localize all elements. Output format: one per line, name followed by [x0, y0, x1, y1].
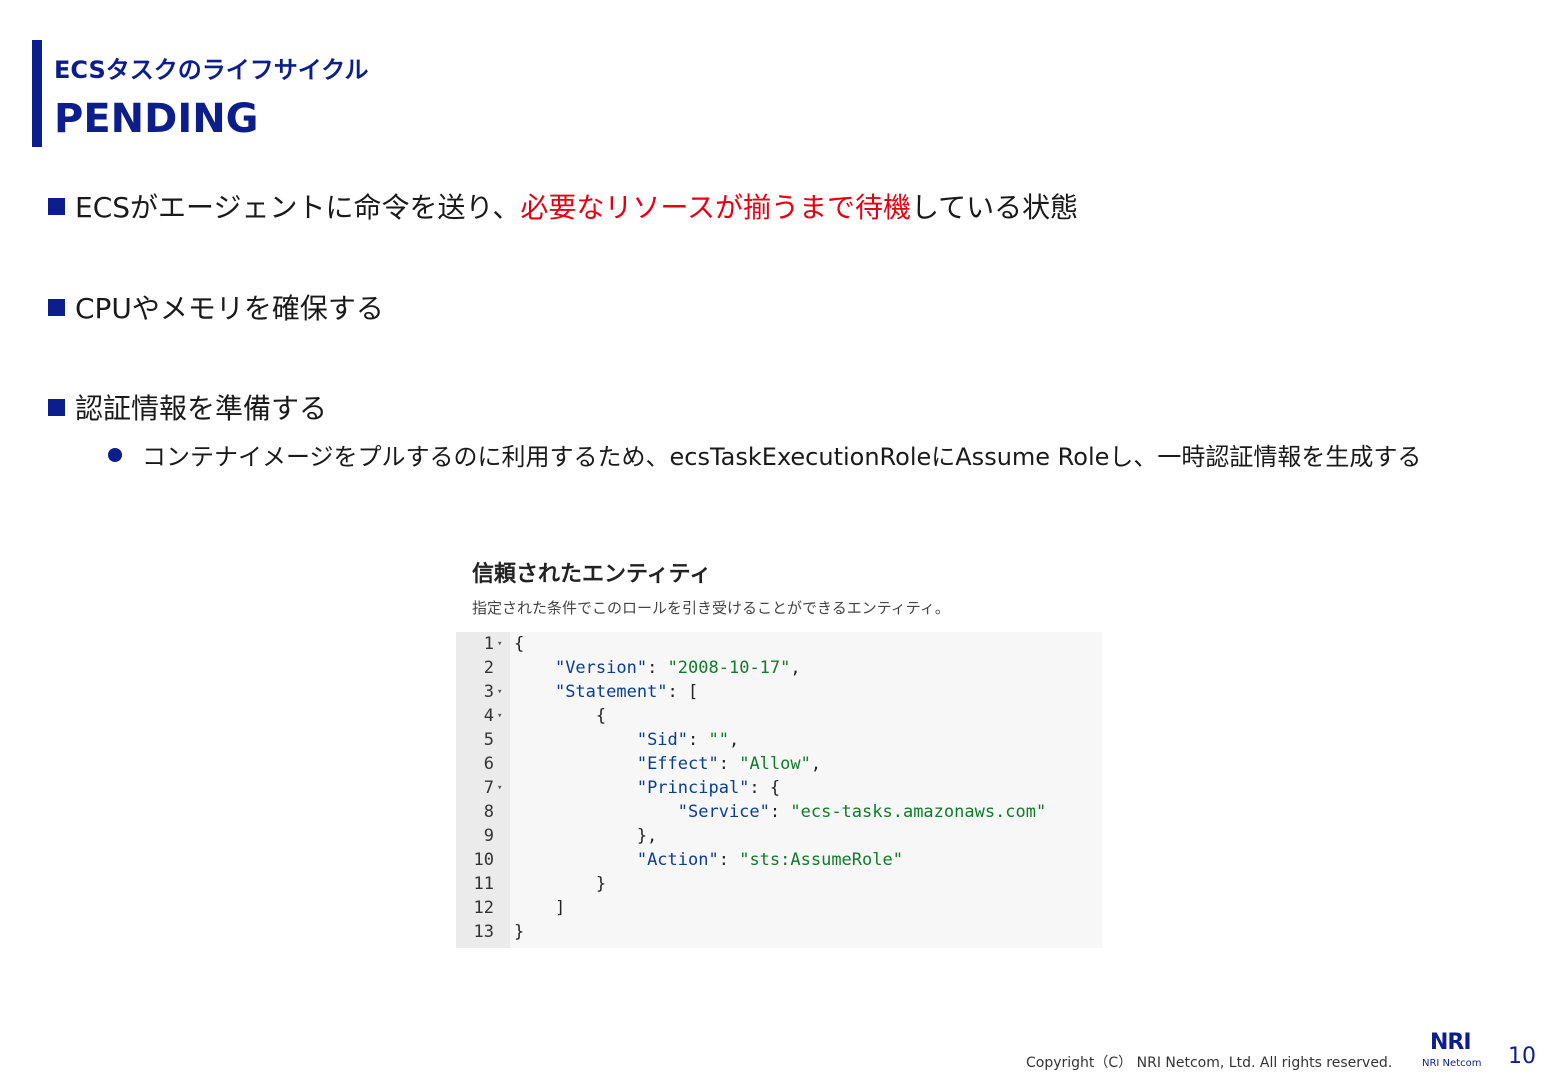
code-text: }	[514, 874, 607, 894]
code-text: {	[514, 634, 525, 654]
square-bullet-icon	[48, 298, 65, 316]
code-text: "Statement": [	[554, 682, 699, 702]
bullet-2-text: CPUやメモリを確保する	[75, 292, 384, 325]
logo-text: NRI Netcom	[1422, 1058, 1482, 1069]
code-line: 2 "Version": "2008-10-17",	[456, 656, 1102, 680]
bullet-1-highlight: 必要なリソースが揃うまで待機	[520, 191, 911, 224]
line-number: 2	[483, 658, 494, 678]
code-text: {	[514, 706, 607, 726]
bullet-1-suffix: している状態	[910, 191, 1079, 224]
title-accent-bar	[32, 40, 42, 147]
company-logo: NRI NRI Netcom	[1420, 1030, 1486, 1072]
code-line: 5 "Sid": "",	[456, 728, 1102, 752]
page-number: 10	[1508, 1044, 1536, 1069]
sub-bullet-text: コンテナイメージをプルするのに利用するため、ecsTaskExecutionRo…	[142, 443, 1422, 471]
code-text: "Principal": {	[636, 778, 781, 798]
code-text: "Sid": "",	[636, 730, 740, 750]
code-line: 10 "Action": "sts:AssumeRole"	[456, 848, 1102, 872]
code-line: 8 "Service": "ecs-tasks.amazonaws.com"	[456, 800, 1102, 824]
code-text: "Effect": "Allow",	[636, 754, 822, 774]
code-text: "Version": "2008-10-17",	[554, 658, 801, 678]
trusted-entity-panel: 信頼されたエンティティ 指定された条件でこのロールを引き受けることができるエンテ…	[456, 540, 1102, 948]
line-number: 13	[473, 922, 494, 942]
code-text: }	[514, 922, 525, 942]
circle-bullet-icon	[108, 447, 122, 462]
copyright-text: Copyright（C） NRI Netcom, Ltd. All rights…	[1026, 1055, 1393, 1071]
line-number: 3	[483, 682, 494, 702]
square-bullet-icon	[48, 197, 65, 215]
line-number: 10	[473, 850, 494, 870]
line-number: 9	[483, 826, 494, 846]
fold-arrow-icon[interactable]: ▾	[497, 704, 502, 728]
slide-title: PENDING	[54, 96, 259, 142]
code-text: "Action": "sts:AssumeRole"	[636, 850, 903, 870]
line-number: 8	[483, 802, 494, 822]
line-number: 12	[473, 898, 494, 918]
code-line: 1 ▾ {	[456, 632, 1102, 656]
code-line: 6 "Effect": "Allow",	[456, 752, 1102, 776]
panel-title: 信頼されたエンティティ	[472, 562, 712, 587]
panel-description: 指定された条件でこのロールを引き受けることができるエンティティ。	[472, 599, 950, 617]
code-text: },	[514, 826, 658, 846]
code-line: 4 ▾ {	[456, 704, 1102, 728]
sub-bullet-item: コンテナイメージをプルするのに利用するため、ecsTaskExecutionRo…	[108, 437, 1421, 472]
bullet-item-1: ECSがエージェントに命令を送り、 必要なリソースが揃うまで待機 している状態	[48, 186, 1078, 226]
bullet-1-prefix: ECSがエージェントに命令を送り、	[75, 191, 521, 224]
code-line: 13}	[456, 920, 1102, 944]
line-number: 5	[483, 730, 494, 750]
square-bullet-icon	[48, 398, 65, 416]
line-number: 7	[483, 778, 494, 798]
code-text: ]	[514, 898, 566, 918]
code-line: 12 ]	[456, 896, 1102, 920]
bullet-item-2: CPUやメモリを確保する	[48, 287, 384, 327]
line-number: 11	[473, 874, 494, 894]
code-line: 7 ▾ "Principal": {	[456, 776, 1102, 800]
logo-mark: NRI	[1430, 1030, 1472, 1055]
code-line: 11 }	[456, 872, 1102, 896]
fold-arrow-icon[interactable]: ▾	[497, 632, 502, 656]
code-line: 3 ▾ "Statement": [	[456, 680, 1102, 704]
line-number: 1	[483, 634, 494, 654]
fold-arrow-icon[interactable]: ▾	[497, 680, 502, 704]
code-text: "Service": "ecs-tasks.amazonaws.com"	[677, 802, 1047, 822]
bullet-3-text: 認証情報を準備する	[75, 392, 328, 425]
code-line: 9 },	[456, 824, 1102, 848]
slide-subtitle: ECSタスクのライフサイクル	[54, 56, 369, 84]
line-number: 6	[483, 754, 494, 774]
policy-code-editor: 1 ▾{2 "Version": "2008-10-17", 3 ▾ "Stateme…	[456, 632, 1102, 948]
fold-arrow-icon[interactable]: ▾	[497, 776, 502, 800]
line-number: 4	[483, 706, 494, 726]
bullet-item-3: 認証情報を準備する	[48, 387, 327, 427]
